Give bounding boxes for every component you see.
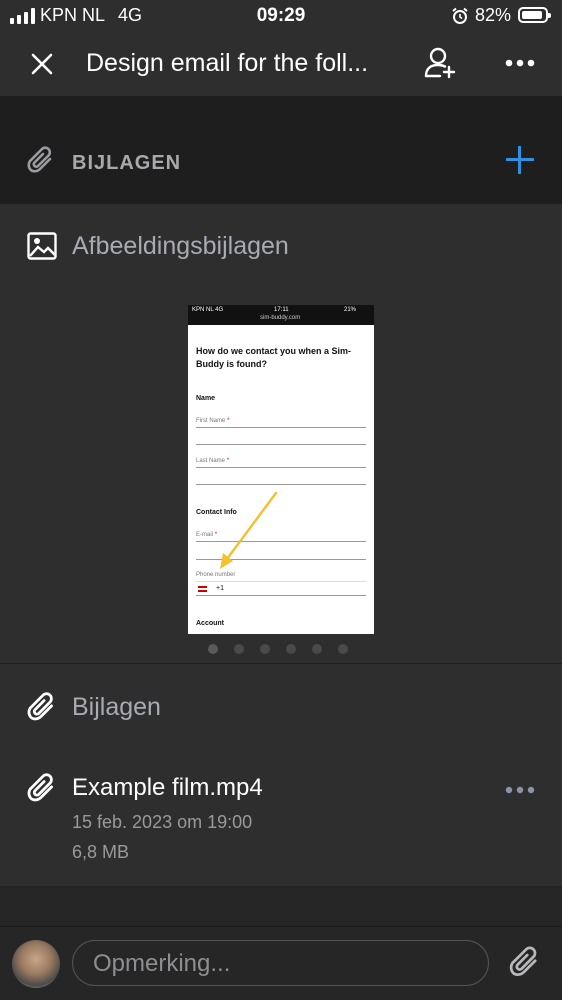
page-dot[interactable] — [260, 644, 270, 654]
list-footer — [0, 888, 562, 926]
page-dot[interactable] — [312, 644, 322, 654]
file-list-item[interactable]: Example film.mp4 15 feb. 2023 om 19:00 6… — [0, 760, 562, 870]
preview-last-name-label: Last Name — [196, 458, 226, 464]
add-attachment-button[interactable] — [506, 146, 534, 174]
image-icon — [27, 232, 57, 260]
file-more-icon[interactable] — [505, 786, 535, 794]
preview-carrier: KPN NL 4G — [192, 307, 224, 313]
required-marker: * — [226, 458, 230, 464]
preview-battery: 21% — [344, 307, 357, 313]
attachments-bar: BIJLAGEN — [0, 96, 562, 204]
carousel-page-indicator — [208, 644, 354, 654]
paperclip-icon — [27, 146, 52, 173]
file-date: 15 feb. 2023 om 19:00 — [72, 812, 253, 832]
us-flag-icon — [198, 586, 207, 592]
close-icon[interactable] — [30, 52, 54, 76]
preview-first-name-label: First Name — [196, 418, 226, 424]
page-dot-active[interactable] — [208, 644, 218, 654]
add-person-icon[interactable] — [423, 46, 457, 80]
file-name: Example film.mp4 — [72, 774, 263, 801]
preview-url: sim-buddy.com — [260, 315, 301, 321]
avatar[interactable] — [12, 940, 60, 988]
alarm-icon — [452, 7, 468, 24]
battery-percent: 82% — [475, 5, 512, 25]
comment-field[interactable] — [72, 940, 489, 986]
required-marker: * — [227, 418, 230, 424]
status-bar: KPN NL 4G 09:29 82% — [0, 0, 562, 32]
divider — [0, 663, 562, 664]
page-dot[interactable] — [286, 644, 296, 654]
page-dot[interactable] — [338, 644, 348, 654]
preview-name-section: Name — [196, 395, 216, 402]
arrow-annotation-icon — [220, 491, 278, 569]
comment-input[interactable] — [91, 949, 475, 979]
attach-icon[interactable] — [508, 946, 542, 980]
preview-account-section: Account — [196, 620, 224, 627]
preview-status-bar: KPN NL 4G 17:11 21% sim-buddy.com — [188, 305, 374, 325]
paperclip-icon — [27, 773, 53, 802]
more-horizontal-icon[interactable] — [505, 59, 535, 67]
file-size: 6,8 MB — [72, 842, 130, 862]
page-title: Design email for the foll... — [86, 49, 369, 77]
preview-time: 17:11 — [274, 307, 289, 313]
preview-phone-prefix: +1 — [216, 585, 224, 592]
image-attachments-title: Afbeeldingsbijlagen — [72, 232, 289, 260]
image-attachment-preview[interactable]: KPN NL 4G 17:11 21% sim-buddy.com How do… — [188, 305, 374, 634]
paperclip-icon — [27, 692, 53, 721]
preview-email-label: E-mail — [196, 532, 214, 538]
page-dot[interactable] — [234, 644, 244, 654]
files-section-title: Bijlagen — [72, 693, 161, 721]
top-nav-bar: Design email for the foll... — [0, 32, 562, 97]
preview-heading: How do we contact you when a Sim-Buddy i… — [196, 346, 352, 369]
attachments-bar-label: BIJLAGEN — [72, 152, 182, 174]
battery-icon — [518, 7, 551, 23]
